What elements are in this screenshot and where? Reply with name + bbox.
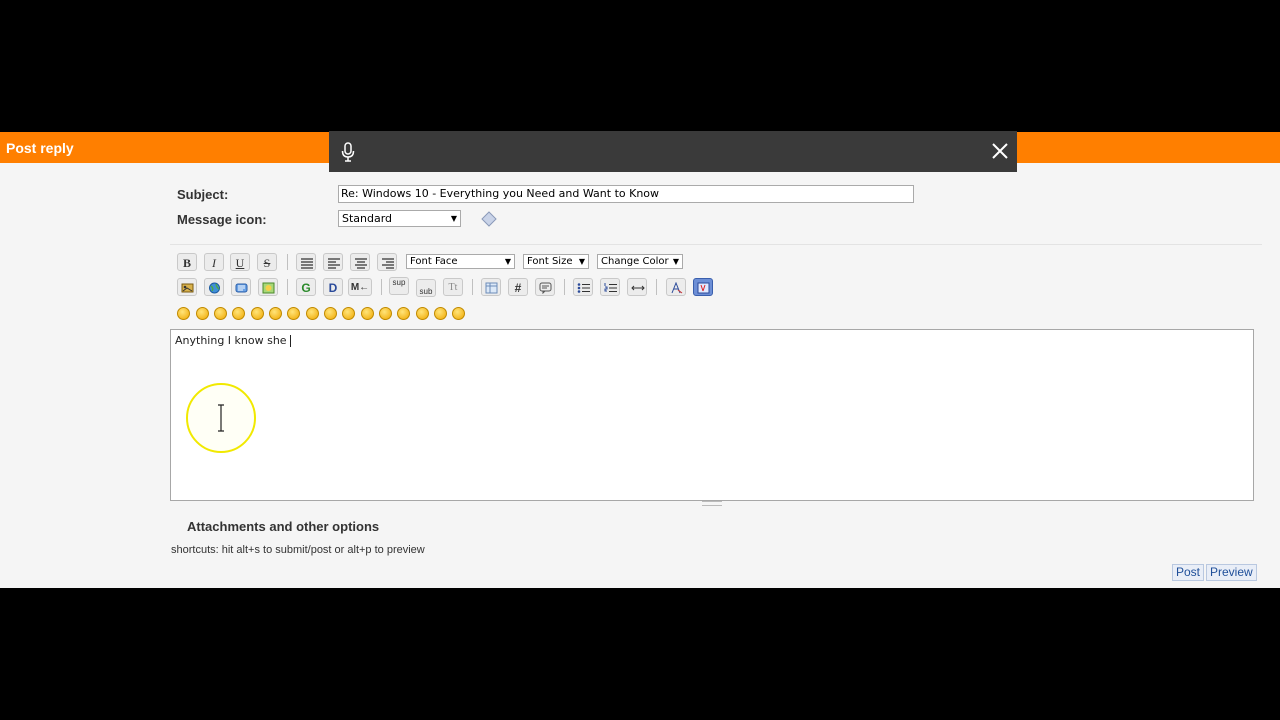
globe-link-icon xyxy=(209,282,220,294)
page-title: Post reply xyxy=(6,140,74,156)
insert-media-button[interactable] xyxy=(258,278,278,296)
subject-input[interactable]: Re: Windows 10 - Everything you Need and… xyxy=(338,185,914,203)
remove-format-button[interactable] xyxy=(666,278,686,296)
quote-icon xyxy=(539,282,552,294)
insert-image-button[interactable] xyxy=(177,278,197,296)
editor-resize-handle[interactable] xyxy=(702,501,722,506)
align-justify-icon xyxy=(301,258,313,269)
smiley-icon[interactable] xyxy=(434,307,447,320)
change-color-value: Change Color xyxy=(601,256,669,267)
shortcuts-hint: shortcuts: hit alt+s to submit/post or a… xyxy=(171,544,425,556)
smiley-icon[interactable] xyxy=(324,307,337,320)
change-color-select[interactable]: Change Color ▼ xyxy=(597,254,683,269)
post-button[interactable]: Post xyxy=(1172,564,1205,581)
media-icon xyxy=(262,282,275,294)
attachments-toggle[interactable]: Attachments and other options xyxy=(187,519,379,534)
bullet-list-icon xyxy=(577,283,590,293)
source-mode-button[interactable] xyxy=(693,278,713,296)
divider xyxy=(170,244,1262,245)
toolbar-separator xyxy=(656,279,657,295)
close-icon[interactable] xyxy=(991,142,1009,160)
smiley-icon[interactable] xyxy=(232,307,245,320)
chevron-down-icon: ▼ xyxy=(578,257,585,266)
voice-input-bar xyxy=(329,131,1017,172)
font-face-value: Font Face xyxy=(410,256,458,267)
microphone-icon[interactable] xyxy=(341,142,355,162)
bold-button[interactable]: B xyxy=(177,253,197,271)
smiley-icon[interactable] xyxy=(342,307,355,320)
toolbar-separator xyxy=(564,279,565,295)
editor-content: Anything I know she xyxy=(175,334,291,347)
smiley-icon[interactable] xyxy=(251,307,264,320)
source-toggle-icon xyxy=(697,282,710,294)
smiley-icon[interactable] xyxy=(306,307,319,320)
dictionary-button[interactable]: D xyxy=(323,278,343,296)
align-justify-button[interactable] xyxy=(296,253,316,271)
chevron-down-icon: ▼ xyxy=(672,257,679,266)
italic-button[interactable]: I xyxy=(204,253,224,271)
remove-format-icon xyxy=(671,282,683,294)
font-size-value: Font Size xyxy=(527,256,573,267)
teletype-button[interactable]: Tt xyxy=(443,278,463,296)
image-icon xyxy=(181,283,194,293)
chevron-down-icon: ▼ xyxy=(450,214,457,223)
toolbar-separator xyxy=(287,279,288,295)
numbered-list-icon xyxy=(604,283,617,292)
strikethrough-button[interactable]: S xyxy=(257,253,277,271)
table-icon xyxy=(485,282,498,294)
align-right-icon xyxy=(382,258,394,269)
smiley-icon[interactable] xyxy=(177,307,190,320)
google-search-button[interactable]: G xyxy=(296,278,316,296)
insert-table-button[interactable] xyxy=(481,278,501,296)
smiley-icon[interactable] xyxy=(452,307,465,320)
smiley-icon[interactable] xyxy=(416,307,429,320)
quote-button[interactable] xyxy=(535,278,555,296)
font-face-select[interactable]: Font Face ▼ xyxy=(406,254,515,269)
smiley-icon[interactable] xyxy=(379,307,392,320)
smiley-icon[interactable] xyxy=(361,307,374,320)
email-icon xyxy=(235,283,248,293)
smiley-icon[interactable] xyxy=(397,307,410,320)
font-size-select[interactable]: Font Size ▼ xyxy=(523,254,589,269)
chevron-down-icon: ▼ xyxy=(504,257,511,266)
subject-label: Subject: xyxy=(177,187,229,202)
preview-button[interactable]: Preview xyxy=(1206,564,1257,581)
toolbar-separator xyxy=(381,279,382,295)
align-center-button[interactable] xyxy=(350,253,370,271)
message-editor[interactable]: Anything I know she xyxy=(170,329,1254,501)
align-right-button[interactable] xyxy=(377,253,397,271)
code-hash-button[interactable]: # xyxy=(508,278,528,296)
message-icon-preview-icon xyxy=(481,211,497,227)
align-left-button[interactable] xyxy=(323,253,343,271)
message-icon-value: Standard xyxy=(342,212,393,225)
insert-link-button[interactable] xyxy=(204,278,224,296)
message-icon-select[interactable]: Standard ▼ xyxy=(338,210,461,227)
smiley-icon[interactable] xyxy=(214,307,227,320)
text-cursor-icon xyxy=(218,404,224,432)
post-reply-page: Post reply Subject: Re: Windows 10 - Eve… xyxy=(0,132,1280,588)
horizontal-rule-icon xyxy=(631,285,645,291)
horizontal-rule-button[interactable] xyxy=(627,278,647,296)
message-icon-label: Message icon: xyxy=(177,212,267,227)
editor-text: Anything I know she xyxy=(175,334,287,347)
insert-email-button[interactable] xyxy=(231,278,251,296)
numbered-list-button[interactable] xyxy=(600,278,620,296)
toolbar-separator xyxy=(287,254,288,270)
markdown-button[interactable]: M← xyxy=(348,278,372,296)
smiley-icon[interactable] xyxy=(269,307,282,320)
superscript-button[interactable]: sup xyxy=(389,277,409,295)
toolbar-separator xyxy=(472,279,473,295)
align-center-icon xyxy=(355,258,367,269)
underline-button[interactable]: U xyxy=(230,253,250,271)
bullet-list-button[interactable] xyxy=(573,278,593,296)
smiley-icon[interactable] xyxy=(287,307,300,320)
align-left-icon xyxy=(328,258,340,269)
subscript-button[interactable]: sub xyxy=(416,279,436,297)
text-caret xyxy=(289,335,291,347)
smiley-icon[interactable] xyxy=(196,307,209,320)
